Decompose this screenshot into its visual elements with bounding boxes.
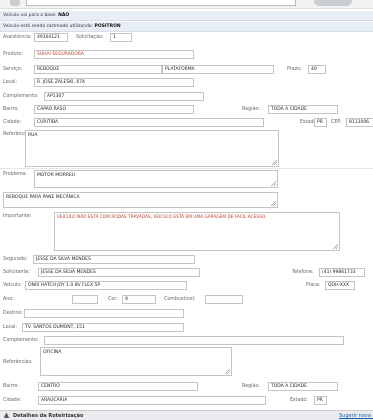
estado-field[interactable]: PR <box>314 118 327 127</box>
telefone-label: Telefone: <box>292 270 314 275</box>
descricao-text: REBOQUE PARA PANE MECÂNICA <box>6 195 80 200</box>
placa-field[interactable]: QOH-XXX <box>325 281 355 290</box>
suggest-new-link[interactable]: Sugerir nova r <box>339 412 373 420</box>
importante-text: VEICULO NÃO ESTÁ COM RODAS TRAVADAS, VEI… <box>57 215 267 220</box>
referencias-textarea[interactable]: RUA <box>25 130 279 167</box>
resize-grip-icon[interactable] <box>225 369 230 374</box>
destino-referencias-text: OFICINA <box>43 350 62 355</box>
combustivel-label: Combustível: <box>164 297 196 302</box>
placa-label: Placa: <box>306 283 321 288</box>
resize-grip-icon[interactable] <box>271 201 276 206</box>
plataforma-field[interactable]: PLATAFORMA <box>162 65 274 74</box>
resize-grip-icon[interactable] <box>333 244 338 249</box>
produto-field[interactable]: SUHAI SEGURADORA <box>34 50 194 59</box>
destino-bairro-field[interactable]: CENTRO <box>38 382 198 391</box>
local-label: Local: <box>3 80 18 85</box>
segurado-label: Segurado: <box>3 257 28 262</box>
destino-referencias-textarea[interactable]: OFICINA <box>40 347 232 376</box>
bairro-field[interactable]: CAPAO RASO <box>34 105 194 114</box>
bairro-label: Bairro: <box>3 107 19 112</box>
resize-grip-icon[interactable] <box>272 160 277 165</box>
base-info-bar: Veículo vai para a base: NÃO <box>0 11 373 21</box>
destino-complemento-label: Complemento: <box>3 338 39 343</box>
top-toolbar <box>0 0 373 9</box>
destino-regiao-label: Região: <box>242 384 260 389</box>
produto-label: Produto: <box>3 52 24 57</box>
assistencia-field[interactable]: 49104121 <box>34 33 68 42</box>
destino-cidade-label: Cidade: <box>3 398 22 403</box>
destino-local-field[interactable]: TV. SANTOS DUMONT, 151 <box>22 323 184 332</box>
cor-field[interactable]: 9 <box>122 295 156 304</box>
veiculo-field[interactable]: ONIX HATCH JOY 1.0 8V FLEX 5P <box>25 281 187 290</box>
routing-details-title: Detalhes da Roteirização <box>13 413 84 419</box>
toolbar-field[interactable] <box>26 0 296 6</box>
toolbar-button-left[interactable] <box>10 0 20 6</box>
servico-label: Serviço: <box>3 67 23 72</box>
routing-details-header[interactable]: ▲ Detalhes da Roteirização Sugerir nova … <box>0 410 373 420</box>
ano-label: Ano: <box>3 297 14 302</box>
referencias-text: RUA <box>28 133 38 138</box>
combustivel-field[interactable] <box>205 295 243 304</box>
section-divider <box>0 168 373 169</box>
tracking-label: Veículo está sendo rastreado utilizando: <box>3 24 94 29</box>
complemento-label: Complemento: <box>3 94 39 99</box>
destino-regiao-field[interactable]: TODA A CIDADE <box>268 382 338 391</box>
destino-bairro-label: Bairro: <box>3 384 19 389</box>
destino-referencias-label: Referências: <box>3 360 33 365</box>
problema-text: MOTOR MORREU <box>37 173 76 178</box>
tracking-info-bar: Veículo está sendo rastreado utilizando:… <box>0 22 373 32</box>
tracking-value: POSITRON <box>94 24 121 29</box>
importante-label: Importante: <box>3 214 32 219</box>
local-field[interactable]: R. JOSE ZALESKI, 674 <box>34 78 194 87</box>
destino-estado-label: Estado: <box>290 398 308 403</box>
cor-label: Cor: <box>108 297 118 302</box>
cidade-label: Cidade: <box>3 120 22 125</box>
prazo-label: Prazo: <box>287 67 302 72</box>
regiao-field[interactable]: TODA A CIDADE <box>268 105 338 114</box>
base-value: NÃO <box>58 13 70 18</box>
solicitacao-field[interactable]: 1 <box>110 33 132 42</box>
regiao-label: Região: <box>242 107 260 112</box>
destino-cidade-field[interactable]: ARAUCARIA <box>38 396 266 405</box>
base-label: Veículo vai para a base: <box>3 13 57 18</box>
toolbar-button-right[interactable] <box>314 0 352 6</box>
veiculo-label: Veículo: <box>3 283 22 288</box>
destino-local-label: Local: <box>3 325 18 330</box>
problema-textarea[interactable]: MOTOR MORREU <box>34 170 278 188</box>
solicitante-label: Solicitante: <box>3 270 30 275</box>
cep-label: CEP: <box>331 120 342 125</box>
cidade-field[interactable]: CURITIBA <box>34 118 264 127</box>
segurado-field[interactable]: JESSE DA SILVA MENDES <box>33 255 195 264</box>
descricao-textarea[interactable]: REBOQUE PARA PANE MECÂNICA <box>3 192 278 208</box>
importante-textarea[interactable]: VEICULO NÃO ESTÁ COM RODAS TRAVADAS, VEI… <box>54 212 340 251</box>
destino-field[interactable] <box>24 309 184 318</box>
servico-field[interactable]: REBOQUE <box>34 65 162 74</box>
solicitante-field[interactable]: JESSE DA SILVA MENDES <box>38 268 200 277</box>
solicitacao-label: Solicitação: <box>76 35 104 40</box>
cep-field[interactable]: 8113006 <box>346 118 373 127</box>
problema-label: Problema: <box>3 172 28 177</box>
telefone-field[interactable]: (41) 99861733 <box>319 268 365 277</box>
complemento-field[interactable]: AP1307 <box>44 92 204 101</box>
prazo-field[interactable]: 40 <box>308 65 326 74</box>
assistencia-label: Assistência: <box>3 35 32 40</box>
resize-grip-icon[interactable] <box>271 181 276 186</box>
destino-label: Destino: <box>3 311 23 316</box>
destino-estado-field[interactable]: PR <box>314 396 327 405</box>
destino-complemento-field[interactable] <box>44 336 344 345</box>
chevron-up-icon[interactable]: ▲ <box>2 411 11 420</box>
ano-field[interactable] <box>72 295 98 304</box>
